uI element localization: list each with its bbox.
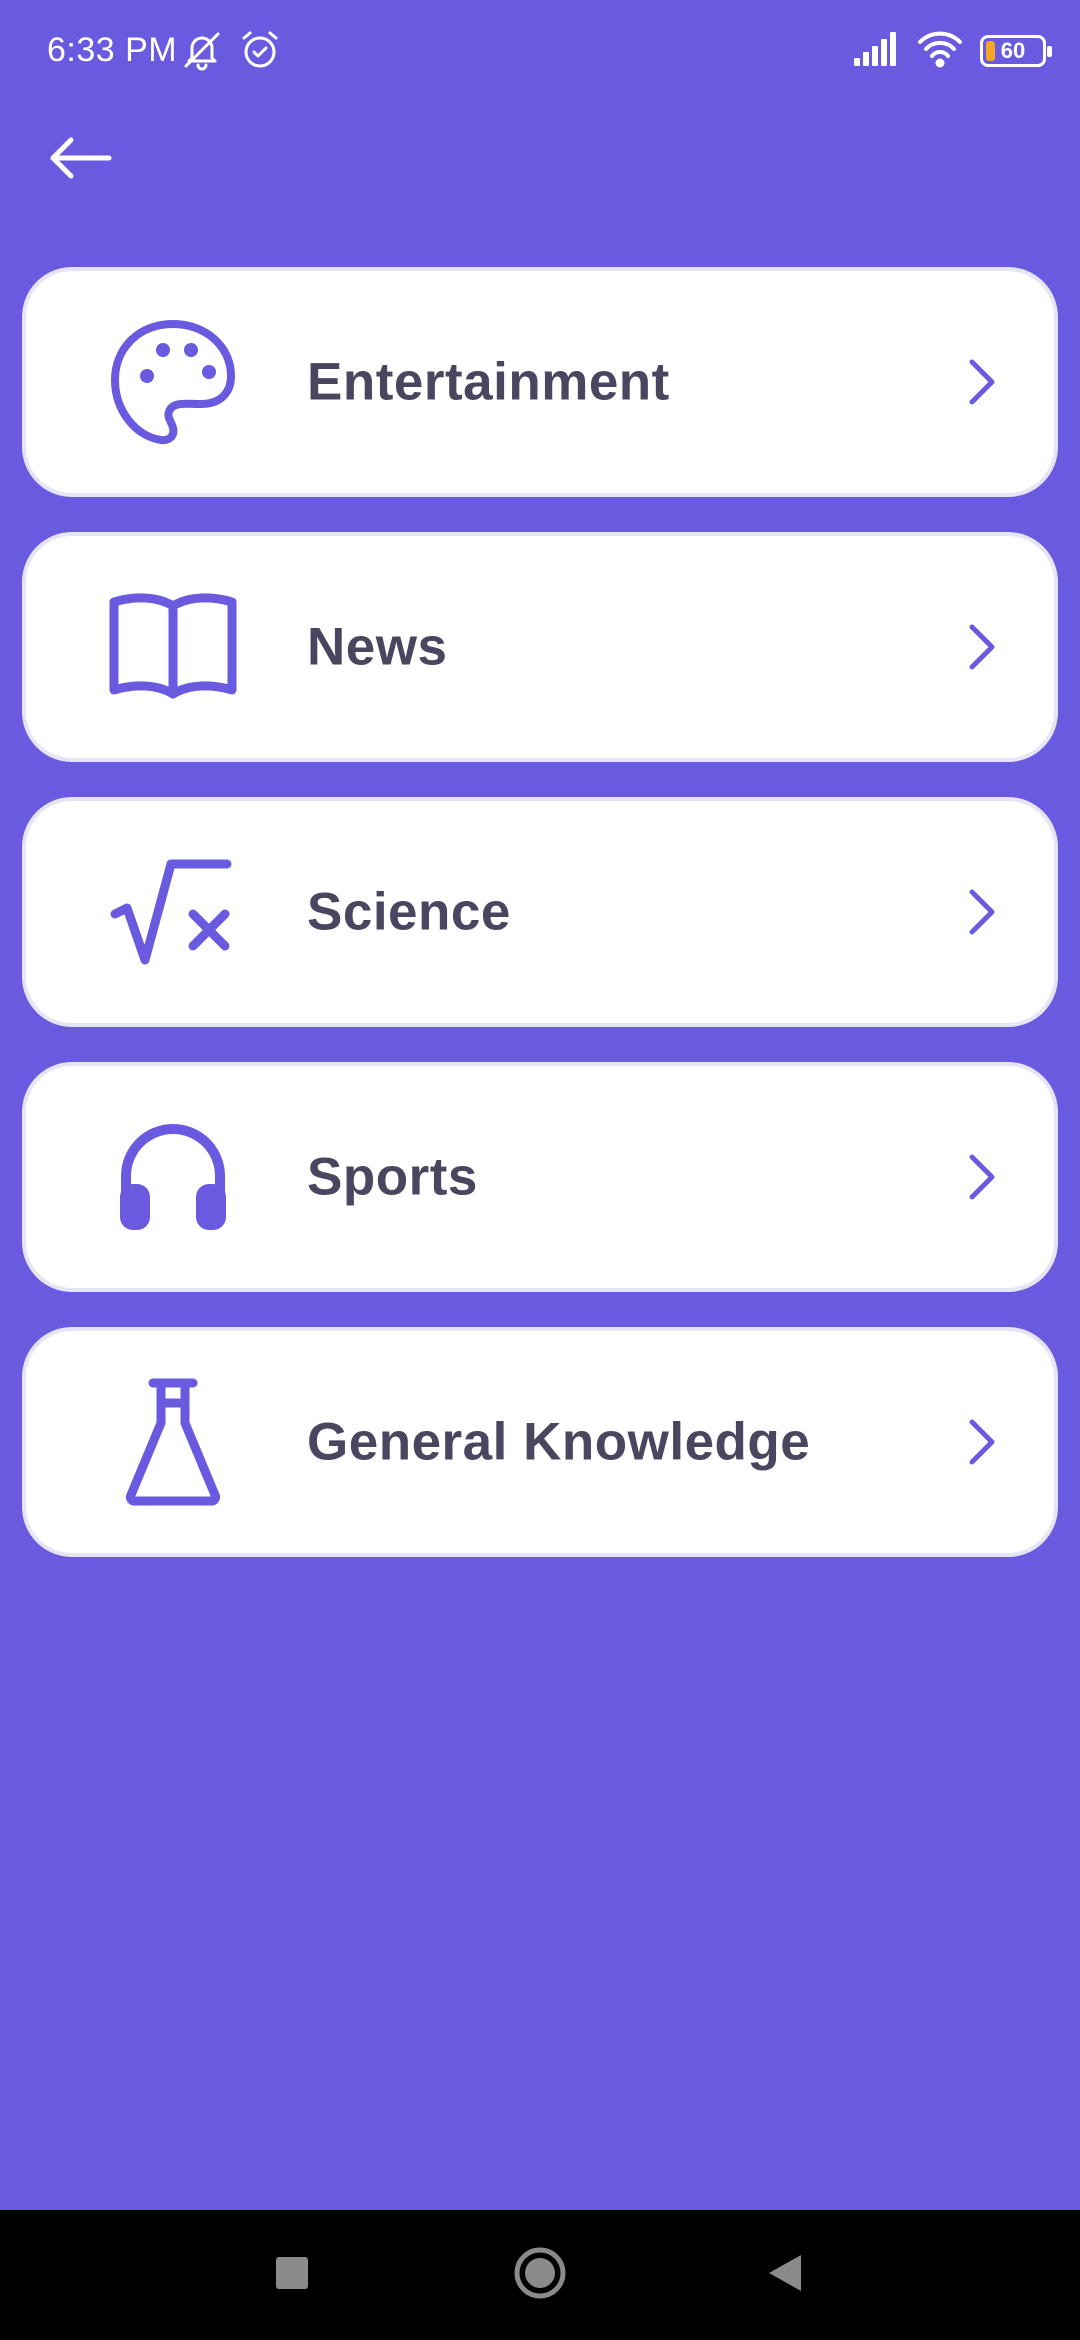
category-label: News (307, 617, 448, 677)
status-left-icons (180, 28, 282, 77)
category-list: Entertainment News Science Sports Genera… (22, 267, 1058, 1592)
square-root-icon (108, 847, 238, 977)
home-circle-icon (513, 2246, 567, 2305)
alarm-icon (238, 28, 282, 77)
recents-button[interactable] (242, 2210, 342, 2340)
open-book-icon (108, 582, 238, 712)
recents-square-icon (274, 2255, 310, 2296)
category-label: Sports (307, 1147, 478, 1207)
category-card-science[interactable]: Science (22, 797, 1058, 1027)
status-bar: 6:33 PM 60 (0, 0, 1080, 100)
status-time: 6:33 PM (47, 31, 178, 69)
arrow-left-icon (47, 134, 113, 187)
system-back-button[interactable] (735, 2210, 835, 2340)
category-card-entertainment[interactable]: Entertainment (22, 267, 1058, 497)
chevron-right-icon (962, 617, 1002, 677)
back-triangle-icon (765, 2251, 805, 2300)
category-label: Entertainment (307, 352, 670, 412)
flask-icon (108, 1377, 238, 1507)
palette-icon (108, 317, 238, 447)
signal-icon (852, 28, 900, 73)
battery-level: 60 (1000, 37, 1026, 63)
chevron-right-icon (962, 882, 1002, 942)
category-label: General Knowledge (307, 1412, 811, 1472)
system-nav-bar (0, 2210, 1080, 2340)
headphones-icon (108, 1112, 238, 1242)
battery-icon: 60 (980, 34, 1052, 67)
chevron-right-icon (962, 352, 1002, 412)
home-button[interactable] (490, 2210, 590, 2340)
category-label: Science (307, 882, 511, 942)
chevron-right-icon (962, 1147, 1002, 1207)
status-right-icons: 60 (852, 28, 1052, 73)
mute-icon (180, 28, 224, 77)
category-card-general-knowledge[interactable]: General Knowledge (22, 1327, 1058, 1557)
wifi-icon (916, 28, 964, 73)
chevron-right-icon (962, 1412, 1002, 1472)
category-card-news[interactable]: News (22, 532, 1058, 762)
back-button[interactable] (40, 120, 120, 200)
category-card-sports[interactable]: Sports (22, 1062, 1058, 1292)
